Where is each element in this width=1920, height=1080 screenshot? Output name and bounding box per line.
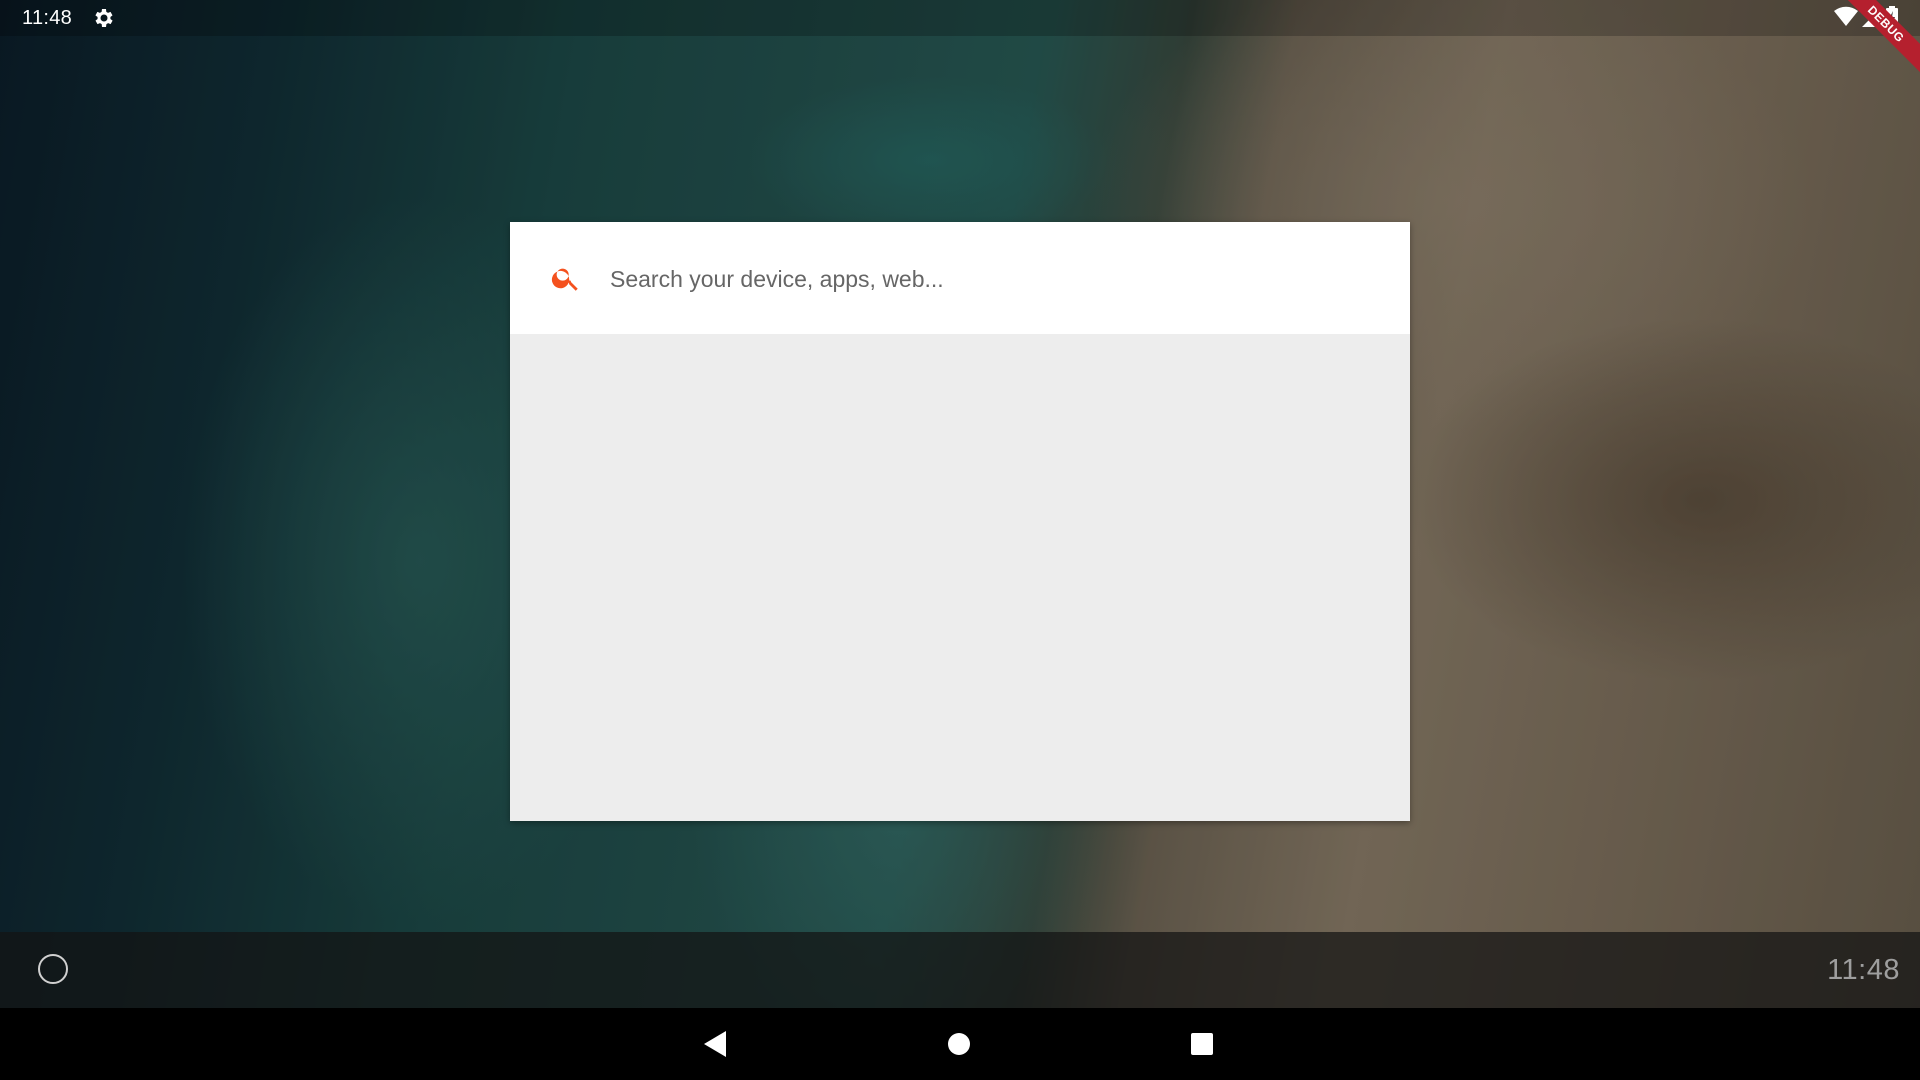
taskbar: 11:48	[0, 932, 1920, 1008]
home-icon[interactable]	[941, 1026, 977, 1062]
search-input[interactable]	[608, 256, 1372, 302]
wifi-icon	[1834, 6, 1858, 33]
status-time: 11:48	[22, 7, 73, 29]
search-card	[510, 222, 1410, 821]
search-header	[510, 222, 1410, 334]
navigation-bar	[0, 1008, 1920, 1080]
search-results-area	[510, 334, 1410, 821]
recents-icon[interactable]	[1184, 1026, 1220, 1062]
taskbar-clock: 11:48	[1827, 954, 1900, 986]
search-icon[interactable]	[550, 262, 582, 294]
app-drawer-circle-icon[interactable]	[38, 954, 68, 984]
gear-icon	[92, 6, 116, 30]
back-icon[interactable]	[698, 1026, 734, 1062]
status-bar: 11:48 DEBUG	[0, 0, 1920, 88]
